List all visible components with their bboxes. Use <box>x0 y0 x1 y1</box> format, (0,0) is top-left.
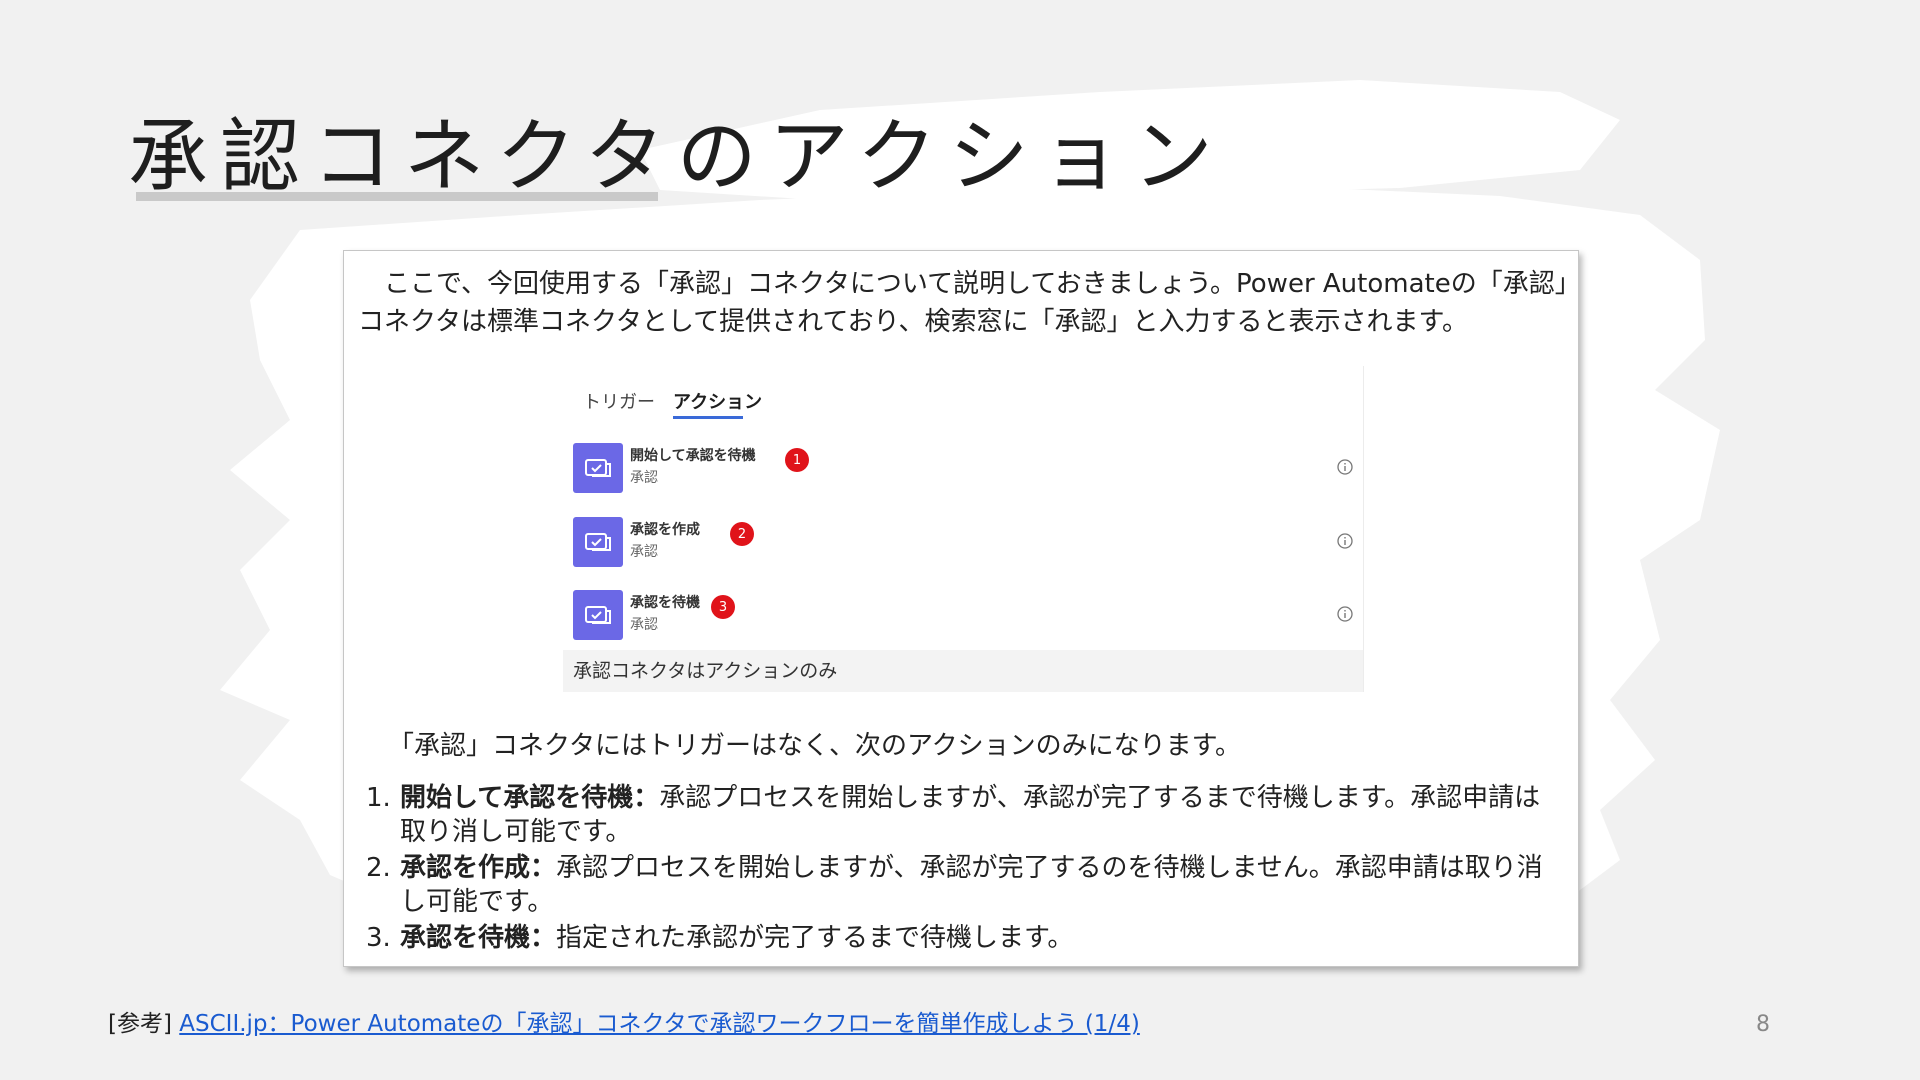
tab-action[interactable]: アクション <box>673 388 762 414</box>
number-badge: 2 <box>730 522 754 546</box>
title-underline <box>136 192 658 201</box>
number-badge: 1 <box>785 448 809 472</box>
list-item: 2. 承認を作成：承認プロセスを開始しますが、承認が完了するのを待機しません。承認… <box>366 851 1566 919</box>
list-item: 3. 承認を待機：指定された承認が完了するまで待機します。 <box>366 921 1566 955</box>
info-icon[interactable] <box>1336 458 1354 476</box>
reference-prefix: [参考] <box>108 1011 172 1037</box>
action-connector: 承認 <box>630 617 658 633</box>
active-tab-indicator <box>673 416 743 419</box>
approval-icon <box>573 517 623 567</box>
list-desc: 指定された承認が完了するまで待機します。 <box>556 923 1074 953</box>
reference-footer: [参考] ASCII.jp：Power Automateの「承認」コネクタで承認… <box>108 1004 1140 1038</box>
action-description-list: 1. 開始して承認を待機：承認プロセスを開始しますが、承認が完了するまで待機します… <box>366 781 1566 957</box>
action-row-start-and-wait[interactable]: 開始して承認を待機 承認 1 <box>573 443 1353 495</box>
page-number: 8 <box>1756 1012 1770 1037</box>
action-name: 承認を待機 <box>630 595 700 611</box>
list-term: 開始して承認を待機： <box>400 783 660 813</box>
list-term: 承認を作成： <box>400 853 557 883</box>
action-name: 開始して承認を待機 <box>630 448 756 464</box>
action-row-wait[interactable]: 承認を待機 承認 3 <box>573 590 1353 642</box>
action-connector: 承認 <box>630 470 658 486</box>
list-number: 2. <box>366 853 391 883</box>
number-badge: 3 <box>711 595 735 619</box>
list-number: 3. <box>366 923 391 953</box>
reference-link[interactable]: ASCII.jp：Power Automateの「承認」コネクタで承認ワークフロ… <box>179 1011 1140 1037</box>
list-desc: 承認プロセスを開始しますが、承認が完了するのを待機しません。承認申請は取り消し可… <box>400 853 1543 917</box>
action-row-create[interactable]: 承認を作成 承認 2 <box>573 517 1353 569</box>
slide-title: 承認コネクタのアクション <box>128 110 1225 203</box>
approval-icon <box>573 443 623 493</box>
list-number: 1. <box>366 783 391 813</box>
embedded-screenshot: トリガー アクション 開始して承認を待機 承認 1 承認を作成 承認 2 承認を… <box>563 366 1364 692</box>
screenshot-caption: 承認コネクタはアクションのみ <box>563 650 1363 692</box>
list-term: 承認を待機： <box>400 923 557 953</box>
info-icon[interactable] <box>1336 532 1354 550</box>
tab-trigger[interactable]: トリガー <box>583 388 655 414</box>
content-card: ここで、今回使用する「承認」コネクタについて説明しておきましょう。Power A… <box>343 250 1579 967</box>
info-icon[interactable] <box>1336 605 1354 623</box>
approval-icon <box>573 590 623 640</box>
list-item: 1. 開始して承認を待機：承認プロセスを開始しますが、承認が完了するまで待機します… <box>366 781 1566 849</box>
action-name: 承認を作成 <box>630 522 700 538</box>
intro-paragraph: ここで、今回使用する「承認」コネクタについて説明しておきましょう。Power A… <box>358 269 1568 337</box>
note-text: 「承認」コネクタにはトリガーはなく、次のアクションのみになります。 <box>388 731 1242 761</box>
action-connector: 承認 <box>630 544 658 560</box>
